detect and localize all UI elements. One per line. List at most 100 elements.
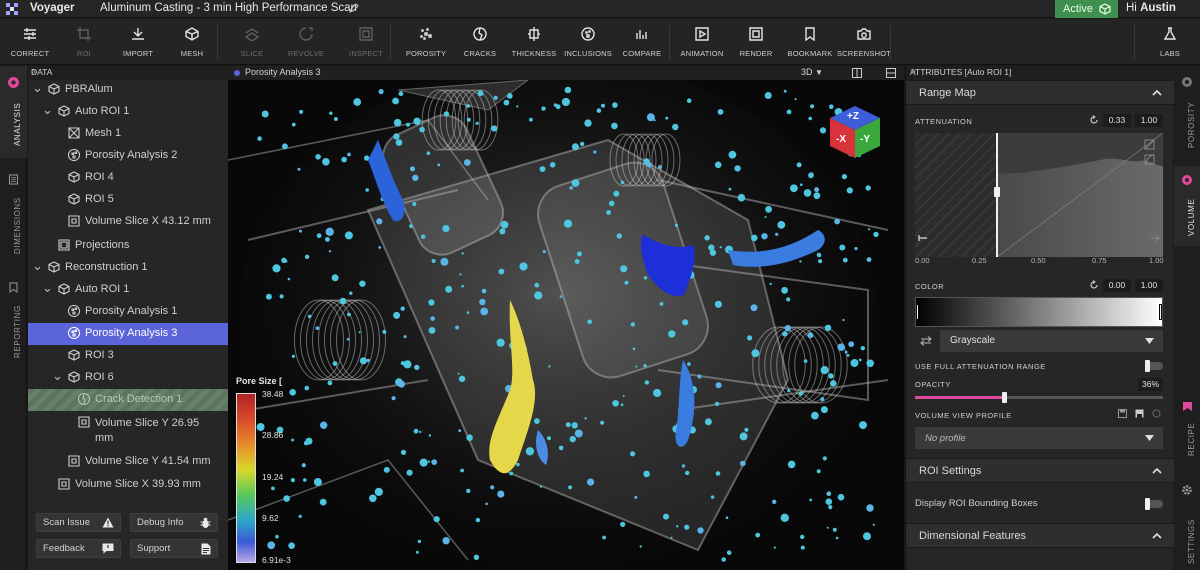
tab-volume[interactable]: VOLUME [1174, 166, 1200, 246]
range-map-section-header[interactable]: Range Map [906, 80, 1174, 105]
toolbar-thickness-button[interactable]: THICKNESS [506, 19, 562, 65]
voyager-logo-icon [6, 3, 18, 15]
tree-item[interactable]: ⌄ Reconstruction 1 [28, 257, 228, 279]
save-as-icon[interactable] [1135, 409, 1144, 418]
toolbar-inclusions-button[interactable]: INCLUSIONS [560, 19, 616, 65]
support-button[interactable]: Support [130, 539, 218, 558]
app-window: Voyager Aluminum Casting - 3 min High Pe… [0, 0, 1200, 570]
toolbar-inspect-button[interactable]: INSPECT [338, 19, 394, 65]
document-title[interactable]: Aluminum Casting - 3 min High Performanc… [100, 2, 357, 14]
layout-icon[interactable] [886, 68, 896, 78]
active-status-badge[interactable]: Active [1055, 0, 1118, 18]
opacity-slider-knob[interactable] [1002, 392, 1008, 403]
full-range-toggle[interactable] [1145, 360, 1163, 372]
tab-reporting[interactable]: REPORTING [0, 276, 27, 366]
chevron-down-icon[interactable]: ⌄ [42, 102, 53, 118]
tree-item[interactable]: ⌄ Auto ROI 1 [28, 279, 228, 301]
colormap-select[interactable]: Grayscale [940, 330, 1163, 352]
cube-icon [48, 261, 60, 273]
opacity-value[interactable]: 36% [1138, 378, 1163, 391]
toolbar-mesh-button[interactable]: MESH [164, 19, 220, 65]
view-mode-select[interactable]: 3D ▼ [801, 67, 823, 77]
3d-viewer[interactable]: Porosity Analysis 3 3D ▼ +Z -X -Y Pore S… [228, 66, 904, 570]
tree-item[interactable]: Volume Slice X 39.93 mm [28, 474, 228, 496]
reset-icon[interactable] [1089, 115, 1099, 125]
tab-settings[interactable]: SETTINGS [1174, 476, 1200, 566]
edit-pencil-icon[interactable] [348, 2, 360, 14]
toolbar-slice-button[interactable]: SLICE [224, 19, 280, 65]
toolbar-bookmark-button[interactable]: BOOKMARK [782, 19, 838, 65]
gradient-handle-right[interactable] [1159, 304, 1162, 320]
tree-item[interactable]: Volume Slice Y 26.95 mm [28, 412, 228, 450]
tree-item[interactable]: ROI 3 [28, 345, 228, 367]
user-greeting[interactable]: Hi Austin [1126, 2, 1176, 14]
chevron-down-icon[interactable]: ⌄ [52, 368, 63, 384]
dimensional-features-section-header[interactable]: Dimensional Features [906, 523, 1174, 548]
toolbar-revolve-button[interactable]: REVOLVE [278, 19, 334, 65]
toolbar-porosity-button[interactable]: POROSITY [398, 19, 454, 65]
tree-item[interactable]: Porosity Analysis 1 [28, 301, 228, 323]
toolbar-separator [217, 25, 218, 59]
tab-recipe[interactable]: RECIPE [1174, 391, 1200, 461]
profile-select[interactable]: No profile [915, 427, 1163, 449]
attributes-header: ATTRIBUTES [Auto ROI 1] » [906, 66, 1174, 80]
save-icon[interactable] [1118, 409, 1127, 418]
data-panel: DATA « ⌄ PBRAlum ⌄ Auto ROI 1 Mesh 1 Porosity… [28, 66, 228, 570]
toolbar-labs-button[interactable]: LABS [1142, 19, 1198, 65]
tree-item[interactable]: ROI 4 [28, 167, 228, 189]
legend-tick: 6.91e-3 [262, 555, 291, 565]
toolbar-screenshot-button[interactable]: SCREENSHOT [836, 19, 892, 65]
delete-icon[interactable] [1152, 409, 1161, 418]
tree-item[interactable]: ROI 5 [28, 189, 228, 211]
chevron-down-icon[interactable]: ⌄ [32, 258, 43, 274]
tree-item[interactable]: Porosity Analysis 3 [28, 323, 228, 345]
tree-item[interactable]: Crack Detection 1 [28, 389, 228, 411]
attenuation-histogram[interactable] [915, 133, 1163, 257]
tree-item[interactable]: Projections [28, 235, 228, 257]
tree-item[interactable]: Volume Slice X 43.12 mm [28, 211, 228, 233]
feedback-button[interactable]: Feedback [36, 539, 121, 558]
tree-item-label: ROI 5 [85, 193, 114, 205]
tree-item[interactable]: ⌄ PBRAlum [28, 79, 228, 101]
swap-icon[interactable] [920, 336, 932, 346]
caret-down-icon [1145, 435, 1154, 441]
split-view-icon[interactable] [852, 68, 862, 78]
toolbar-import-button[interactable]: IMPORT [110, 19, 166, 65]
attenuation-min-field[interactable]: 0.33 [1103, 114, 1131, 127]
collapse-panel-icon[interactable]: « [31, 66, 224, 77]
opacity-slider[interactable] [915, 392, 1163, 403]
color-max-field[interactable]: 1.00 [1135, 279, 1163, 292]
chevron-down-icon[interactable]: ⌄ [42, 280, 53, 296]
scan-issue-button[interactable]: Scan Issue [36, 513, 121, 532]
attenuation-max-field[interactable]: 1.00 [1135, 114, 1163, 127]
toolbar-roi-button[interactable]: ROI [56, 19, 112, 65]
orientation-cube[interactable]: +Z -X -Y [826, 104, 884, 160]
reset-icon[interactable] [1089, 280, 1099, 290]
tree-item[interactable]: Volume Slice Y 41.54 mm [28, 451, 228, 473]
bounding-boxes-label: Display ROI Bounding Boxes [915, 498, 1038, 509]
tree-item[interactable]: ⌄ Auto ROI 1 [28, 101, 228, 123]
gradient-handle-left[interactable] [916, 304, 919, 320]
colormap-value: Grayscale [950, 335, 996, 346]
chevron-down-icon[interactable]: ⌄ [32, 80, 43, 96]
roi-settings-section-header[interactable]: ROI Settings [906, 458, 1174, 483]
toolbar-compare-button[interactable]: COMPARE [614, 19, 670, 65]
toolbar-correct-button[interactable]: CORRECT [2, 19, 58, 65]
ct-scan-render[interactable] [228, 80, 904, 570]
toolbar-render-button[interactable]: RENDER [728, 19, 784, 65]
color-min-field[interactable]: 0.00 [1103, 279, 1131, 292]
tab-porosity[interactable]: POROSITY [1174, 66, 1200, 158]
color-gradient-bar[interactable] [915, 297, 1163, 327]
expand-panel-icon[interactable]: » [910, 66, 1170, 77]
opacity-label: OPACITY [915, 380, 951, 389]
tree-item[interactable]: Mesh 1 [28, 123, 228, 145]
toolbar-animation-button[interactable]: ANIMATION [674, 19, 730, 65]
tree-item-label: ROI 3 [85, 349, 114, 361]
tab-analysis[interactable]: ANALYSIS [0, 66, 27, 158]
toolbar-cracks-button[interactable]: CRACKS [452, 19, 508, 65]
tree-item[interactable]: ⌄ ROI 6 [28, 367, 228, 389]
debug-info-button[interactable]: Debug Info [130, 513, 218, 532]
tab-dimensions[interactable]: DIMENSIONS [0, 166, 27, 256]
bounding-boxes-toggle[interactable] [1145, 498, 1163, 510]
tree-item[interactable]: Porosity Analysis 2 [28, 145, 228, 167]
